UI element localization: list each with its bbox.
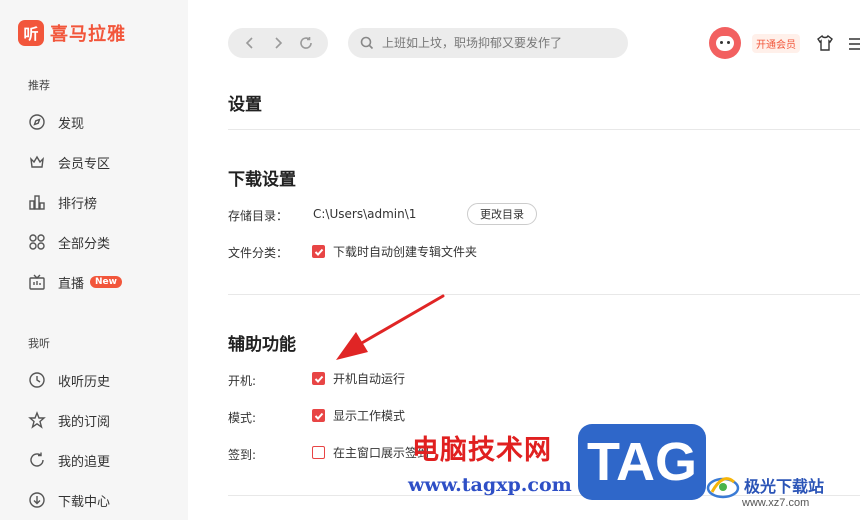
watermark-site: 极光下载站 bbox=[706, 470, 824, 500]
category-label: 文件分类： bbox=[228, 246, 289, 260]
vip-button[interactable]: 开通会员 bbox=[752, 34, 800, 53]
aurora-logo-icon bbox=[706, 477, 740, 499]
menu-icon bbox=[849, 38, 860, 50]
shirt-icon bbox=[817, 34, 833, 51]
page-title: 设置 bbox=[228, 95, 262, 115]
sidebar-item-downloads[interactable]: 下载中心 bbox=[28, 488, 110, 512]
divider bbox=[228, 294, 860, 295]
sidebar-section-mine: 我听 bbox=[28, 337, 50, 350]
watermark-tag-logo: TAG bbox=[578, 424, 706, 500]
watermark-text: 电脑技术网 bbox=[412, 435, 552, 466]
chart-icon bbox=[29, 195, 45, 210]
sidebar-item-label: 我的订阅 bbox=[58, 414, 111, 430]
search-bar[interactable] bbox=[348, 28, 628, 58]
change-directory-button[interactable]: 更改目录 bbox=[467, 203, 537, 225]
check-icon bbox=[314, 412, 323, 420]
clock-icon bbox=[29, 372, 45, 388]
divider bbox=[228, 129, 860, 130]
menu-button[interactable] bbox=[848, 36, 860, 50]
sidebar-item-label: 我的追更 bbox=[58, 454, 111, 470]
grid-icon bbox=[29, 234, 45, 250]
startup-label: 开机: bbox=[228, 374, 257, 388]
sidebar: 听 喜马拉雅 推荐 发现 会员专区 排行榜 全部分类 直播 New 我听 收听历… bbox=[0, 0, 188, 520]
storage-label: 存储目录： bbox=[228, 209, 289, 223]
search-input[interactable] bbox=[382, 36, 612, 50]
avatar[interactable] bbox=[709, 27, 741, 59]
crown-icon bbox=[30, 155, 44, 168]
assist-section-title: 辅助功能 bbox=[228, 335, 296, 355]
category-option-label: 下载时自动创建专辑文件夹 bbox=[333, 245, 478, 259]
sidebar-item-following[interactable]: 我的追更 bbox=[28, 448, 110, 472]
check-icon bbox=[314, 375, 323, 383]
sidebar-item-label: 全部分类 bbox=[58, 236, 111, 252]
refresh-icon bbox=[30, 452, 44, 467]
sidebar-item-history[interactable]: 收听历史 bbox=[28, 368, 110, 392]
checkbox-checked[interactable] bbox=[312, 409, 325, 422]
watermark-site-name: 极光下载站 bbox=[744, 477, 825, 496]
compass-icon bbox=[29, 114, 45, 130]
sidebar-item-ranking[interactable]: 排行榜 bbox=[28, 190, 97, 214]
logo-mark: 听 bbox=[18, 20, 44, 46]
sidebar-item-label: 下载中心 bbox=[58, 494, 111, 510]
mode-checkbox[interactable]: 显示工作模式 bbox=[312, 407, 405, 424]
checkbox-checked[interactable] bbox=[312, 372, 325, 385]
startup-checkbox[interactable]: 开机自动运行 bbox=[312, 370, 405, 387]
sidebar-item-label: 会员专区 bbox=[58, 156, 111, 172]
sidebar-item-label: 排行榜 bbox=[58, 196, 98, 212]
app-logo[interactable]: 听 喜马拉雅 bbox=[18, 20, 126, 46]
sidebar-item-live[interactable]: 直播 New bbox=[28, 270, 122, 294]
logo-text: 喜马拉雅 bbox=[50, 24, 126, 45]
sidebar-item-label: 收听历史 bbox=[58, 374, 111, 390]
skin-button[interactable] bbox=[816, 34, 834, 52]
back-icon[interactable] bbox=[243, 36, 257, 50]
mode-option-label: 显示工作模式 bbox=[333, 409, 406, 423]
sidebar-item-label: 直播 bbox=[58, 276, 85, 292]
checkbox-checked[interactable] bbox=[312, 245, 325, 258]
category-checkbox[interactable]: 下载时自动创建专辑文件夹 bbox=[312, 243, 477, 260]
checkbox-unchecked[interactable] bbox=[312, 446, 325, 459]
download-section-title: 下载设置 bbox=[228, 170, 296, 190]
sidebar-item-categories[interactable]: 全部分类 bbox=[28, 230, 110, 254]
check-icon bbox=[314, 248, 323, 256]
download-icon bbox=[29, 492, 45, 508]
star-icon bbox=[28, 411, 46, 429]
sidebar-item-label: 发现 bbox=[58, 116, 85, 132]
forward-icon[interactable] bbox=[271, 36, 285, 50]
sidebar-item-vip[interactable]: 会员专区 bbox=[28, 150, 110, 174]
tv-icon bbox=[29, 274, 45, 290]
sidebar-item-subscriptions[interactable]: 我的订阅 bbox=[28, 408, 110, 432]
mode-label: 模式: bbox=[228, 411, 257, 425]
sidebar-section-recommend: 推荐 bbox=[28, 79, 50, 92]
startup-option-label: 开机自动运行 bbox=[333, 372, 406, 386]
signin-label: 签到: bbox=[228, 448, 257, 462]
refresh-icon[interactable] bbox=[299, 36, 313, 50]
watermark-url: www.tagxp.com bbox=[408, 474, 572, 496]
sidebar-item-discover[interactable]: 发现 bbox=[28, 110, 84, 134]
watermark-site-url: www.xz7.com bbox=[742, 497, 810, 509]
history-nav bbox=[228, 28, 328, 58]
search-icon bbox=[360, 36, 374, 50]
avatar-face bbox=[716, 35, 734, 51]
new-badge: New bbox=[90, 276, 122, 288]
annotation-arrow bbox=[336, 294, 445, 360]
storage-path: C:\Users\admin\1 bbox=[313, 207, 417, 221]
